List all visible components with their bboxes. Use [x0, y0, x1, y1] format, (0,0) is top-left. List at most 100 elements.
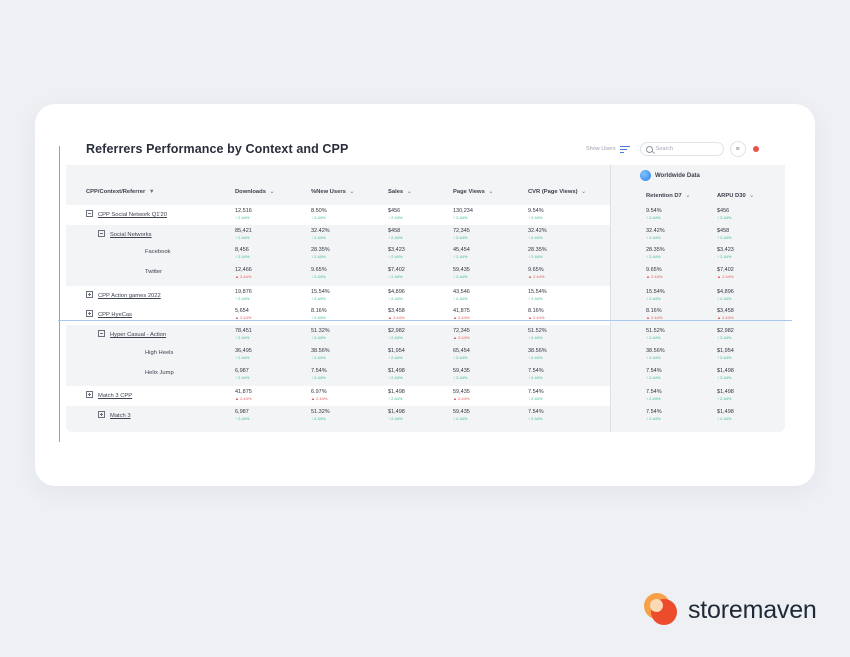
delta-up: ↑ 2.44%: [717, 296, 734, 301]
delta-value: 2.44%: [238, 375, 250, 380]
cell-value: 130,234: [453, 208, 473, 214]
delta-up: ↑ 2.44%: [311, 375, 327, 380]
delta-up: ↑ 2.44%: [528, 396, 544, 401]
expand-icon[interactable]: [86, 310, 93, 317]
table-cell: 12,516 ↑ 2.44%: [235, 208, 252, 220]
column-header[interactable]: CVR (Page Views) ⌄: [528, 189, 586, 195]
delta-down: ▲ 2.44%: [528, 274, 544, 279]
table-row[interactable]: CPP Social Network Q1'20 12,516 ↑ 2.44% 8.5…: [0, 207, 850, 227]
cell-value: $1,498: [388, 409, 405, 415]
delta-up: ↑ 2.44%: [311, 355, 330, 360]
table-row[interactable]: High Heels 36,495 ↑ 2.44% 38.56% ↑ 2.44% $1,9…: [0, 347, 850, 367]
delta-value: 2.44%: [314, 254, 326, 259]
delta-value: 2.44%: [649, 396, 661, 401]
cell-value: $2,982: [717, 328, 734, 334]
table-row[interactable]: Social Networks 85,421 ↑ 2.44% 32.42% ↑ 2.44…: [0, 227, 850, 247]
table-cell: 43,546 ↑ 2.44%: [453, 289, 470, 301]
cell-value: 59,435: [453, 368, 470, 374]
table-cell: $4,896 ↑ 2.44%: [717, 289, 734, 301]
column-header[interactable]: ARPU D30 ⌄: [717, 193, 754, 199]
sort-caret-icon[interactable]: ⌄: [405, 189, 412, 195]
delta-value: 2.44%: [531, 215, 543, 220]
cell-value: $7,402: [388, 267, 405, 273]
cell-value: $1,498: [388, 389, 405, 395]
filter-lines-icon[interactable]: [619, 145, 630, 153]
delta-value: 2.44%: [649, 416, 661, 421]
delta-value: 2.44%: [649, 335, 661, 340]
table-row[interactable]: Match 3 6,987 ↑ 2.44% 51.32% ↑ 2.44% $1,498 ↑ …: [0, 408, 850, 428]
menu-button[interactable]: ≡: [729, 141, 746, 157]
table-cell: 32.42% ↑ 2.44%: [646, 228, 665, 240]
row-label[interactable]: Match 3: [98, 411, 131, 419]
cell-value: 28.35%: [646, 247, 665, 253]
cell-value: 9.65%: [311, 267, 327, 273]
brand-name: storemaven: [688, 595, 817, 624]
table-row[interactable]: Facebook 8,456 ↑ 2.44% 28.35% ↑ 2.44% $3,423 ↑…: [0, 246, 850, 266]
collapse-icon[interactable]: [98, 230, 105, 237]
sort-caret-icon[interactable]: ⌄: [684, 193, 690, 199]
table-row[interactable]: Helix Jump 6,987 ↑ 2.44% 7.54% ↑ 2.44% $1,498…: [0, 367, 850, 387]
cell-value: 15.54%: [311, 289, 330, 295]
table-cell: 7.54% ↑ 2.44%: [646, 409, 662, 421]
cell-value: $456: [388, 208, 401, 214]
row-label: Facebook: [145, 249, 170, 255]
expand-icon[interactable]: [86, 391, 93, 398]
table-row[interactable]: CPP HyeCas 5,654 ▲ 2.44% 8.16% ↑ 2.44% $3,458…: [0, 307, 850, 327]
column-header[interactable]: Retention D7 ⌄: [646, 193, 690, 199]
collapse-icon[interactable]: [86, 210, 93, 217]
cell-value: 85,421: [235, 228, 252, 234]
delta-up: ↑ 2.44%: [717, 355, 734, 360]
sort-caret-icon[interactable]: ⌄: [748, 193, 754, 199]
column-header[interactable]: Downloads ⌄: [235, 189, 274, 195]
delta-value: 2.44%: [391, 335, 403, 340]
table-cell: $2,982 ↑ 2.44%: [717, 328, 734, 340]
delta-up: ↑ 2.44%: [646, 235, 665, 240]
table-cell: 78,451 ↑ 2.44%: [235, 328, 252, 340]
table-cell: 72,345 ▲ 2.44%: [453, 328, 470, 340]
sort-caret-icon[interactable]: ⌄: [348, 189, 354, 195]
delta-up: ↑ 2.44%: [388, 254, 405, 259]
cell-value: 7.54%: [311, 368, 327, 374]
sort-caret-icon[interactable]: ⌄: [268, 189, 275, 195]
delta-up: ↑ 2.44%: [235, 215, 252, 220]
collapse-icon[interactable]: [98, 330, 105, 337]
row-name-text: CPP HyeCas: [98, 312, 133, 318]
row-label[interactable]: CPP Action games 2022: [86, 291, 161, 299]
sort-caret-icon[interactable]: ⌄: [580, 189, 586, 195]
table-cell: 15.54% ↑ 2.44%: [528, 289, 547, 301]
table-row[interactable]: Hyper Casual - Action 78,451 ↑ 2.44% 51.32%…: [0, 327, 850, 347]
row-label[interactable]: CPP Social Network Q1'20: [86, 210, 167, 218]
sort-caret-icon[interactable]: ⌄: [487, 189, 493, 195]
delta-up: ↑ 2.44%: [388, 235, 402, 240]
row-label[interactable]: CPP HyeCas: [86, 310, 132, 318]
column-header[interactable]: CPP/Context/Referrer ▼: [86, 189, 155, 195]
delta-value: 2.44%: [238, 416, 250, 421]
row-label[interactable]: Match 3 CPP: [86, 391, 132, 399]
table-row[interactable]: Twitter 12,466 ▲ 2.44% 9.65% ↑ 2.44% $7,402 ↑ …: [0, 266, 850, 286]
row-label[interactable]: Social Networks: [98, 230, 152, 238]
flag-icon[interactable]: [750, 143, 762, 155]
row-label[interactable]: Hyper Casual - Action: [98, 330, 166, 338]
delta-up: ↑ 2.44%: [311, 416, 330, 421]
column-header[interactable]: %New Users ⌄: [311, 189, 354, 195]
delta-value: 2.44%: [391, 235, 403, 240]
sort-caret-icon[interactable]: ▼: [147, 189, 155, 195]
column-header-label: CVR (Page Views): [528, 189, 578, 195]
cell-value: 6,987: [235, 409, 249, 415]
column-header[interactable]: Sales ⌄: [388, 189, 412, 195]
delta-up: ↑ 2.44%: [388, 296, 405, 301]
table-row[interactable]: CPP Action games 2022 19,876 ↑ 2.44% 15.54%…: [0, 288, 850, 308]
table-row[interactable]: Match 3 CPP 41,875 ▲ 2.44% 6.97% ▲ 2.44% $1,4…: [0, 388, 850, 408]
column-header[interactable]: Page Views ⌄: [453, 189, 493, 195]
table-cell: 8.16% ▲ 2.44%: [528, 308, 544, 320]
expand-icon[interactable]: [98, 411, 105, 418]
table-cell: 36,495 ↑ 2.44%: [235, 348, 252, 360]
cell-value: 51.32%: [311, 409, 330, 415]
delta-up: ↑ 2.44%: [453, 375, 470, 380]
table-cell: 6,987 ↑ 2.44%: [235, 368, 249, 380]
delta-value: 2.44%: [238, 235, 250, 240]
delta-up: ↑ 2.44%: [646, 416, 662, 421]
expand-icon[interactable]: [86, 291, 93, 298]
search-input[interactable]: Search: [639, 142, 724, 156]
delta-value: 2.44%: [314, 215, 326, 220]
